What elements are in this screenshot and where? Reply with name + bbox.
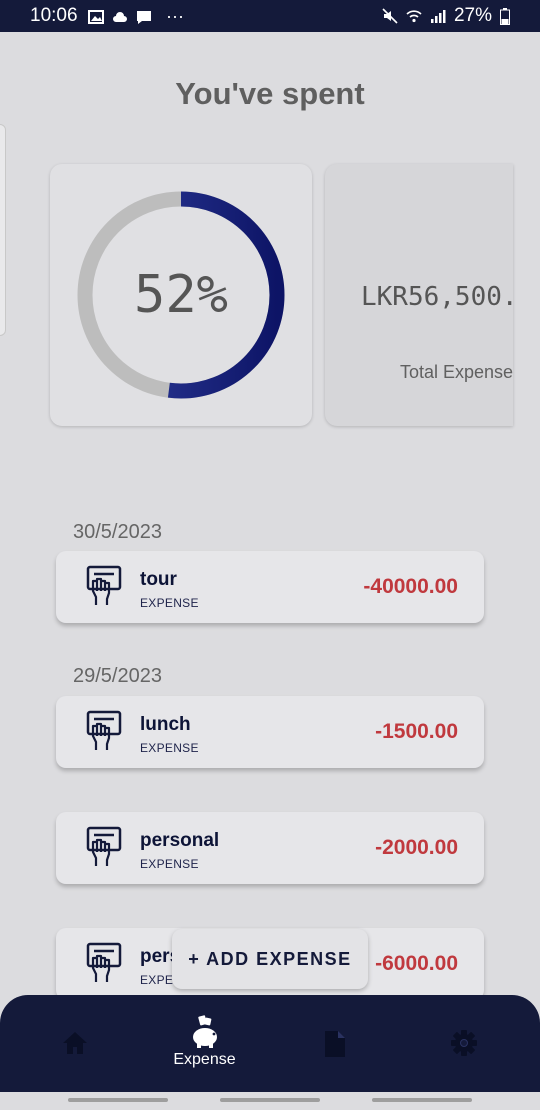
piggy-bank-icon	[193, 1015, 217, 1048]
bottom-navigation: Expense	[0, 995, 540, 1092]
spent-percentage-card: 52%	[50, 164, 312, 426]
nav-settings[interactable]	[397, 995, 532, 1092]
home-icon	[63, 1032, 87, 1054]
date-header: 29/5/2023	[73, 665, 162, 687]
mute-icon	[382, 8, 398, 24]
hand-receipt-icon	[86, 565, 122, 605]
hand-receipt-icon	[86, 942, 122, 982]
expense-amount: -40000.00	[363, 575, 458, 598]
wifi-icon	[406, 10, 422, 23]
expense-name: personal	[140, 830, 220, 851]
add-expense-button[interactable]: + ADD EXPENSE	[172, 929, 368, 989]
page-title: You've spent	[175, 76, 365, 111]
expense-name: tour	[140, 569, 177, 590]
more-notifications-icon: ···	[166, 6, 184, 26]
expense-type: EXPENSE	[140, 857, 199, 871]
total-expense-label: Total Expense	[400, 362, 513, 382]
total-expense-card[interactable]: LKR56,500. Total Expense	[325, 164, 513, 426]
signal-icon	[430, 10, 446, 23]
message-icon	[137, 10, 151, 24]
status-bar: 10:06 ··· 27%	[0, 0, 540, 32]
hand-receipt-icon	[86, 826, 122, 866]
nav-expense-label: Expense	[173, 1051, 236, 1068]
nav-expense[interactable]: Expense	[137, 995, 272, 1092]
hand-receipt-icon	[86, 710, 122, 750]
spent-percent: 52%	[134, 265, 228, 325]
expense-row[interactable]: lunch EXPENSE -1500.00	[56, 696, 484, 768]
nav-home[interactable]	[8, 995, 143, 1092]
gallery-icon	[88, 9, 104, 24]
system-gesture-bar	[0, 1092, 540, 1110]
expense-name: lunch	[140, 714, 191, 735]
expense-amount: -1500.00	[375, 720, 458, 743]
expense-type: EXPENSE	[140, 596, 199, 610]
expense-type: EXPENSE	[140, 741, 199, 755]
document-icon	[325, 1031, 345, 1057]
nav-reports[interactable]	[268, 995, 403, 1092]
cloud-icon	[113, 11, 127, 22]
gear-icon	[451, 1030, 477, 1056]
date-header: 30/5/2023	[73, 521, 162, 543]
expense-row[interactable]: personal EXPENSE -2000.00	[56, 812, 484, 884]
expense-amount: -6000.00	[375, 952, 458, 975]
total-expense-amount: LKR56,500.	[361, 282, 513, 312]
expense-row[interactable]: tour EXPENSE -40000.00	[56, 551, 484, 623]
expense-amount: -2000.00	[375, 836, 458, 859]
expense-type: EXPE	[140, 973, 174, 987]
status-time: 10:06	[30, 5, 78, 26]
battery-percent: 27%	[453, 5, 492, 26]
battery-icon	[500, 7, 510, 25]
side-drawer-handle[interactable]	[0, 124, 6, 336]
